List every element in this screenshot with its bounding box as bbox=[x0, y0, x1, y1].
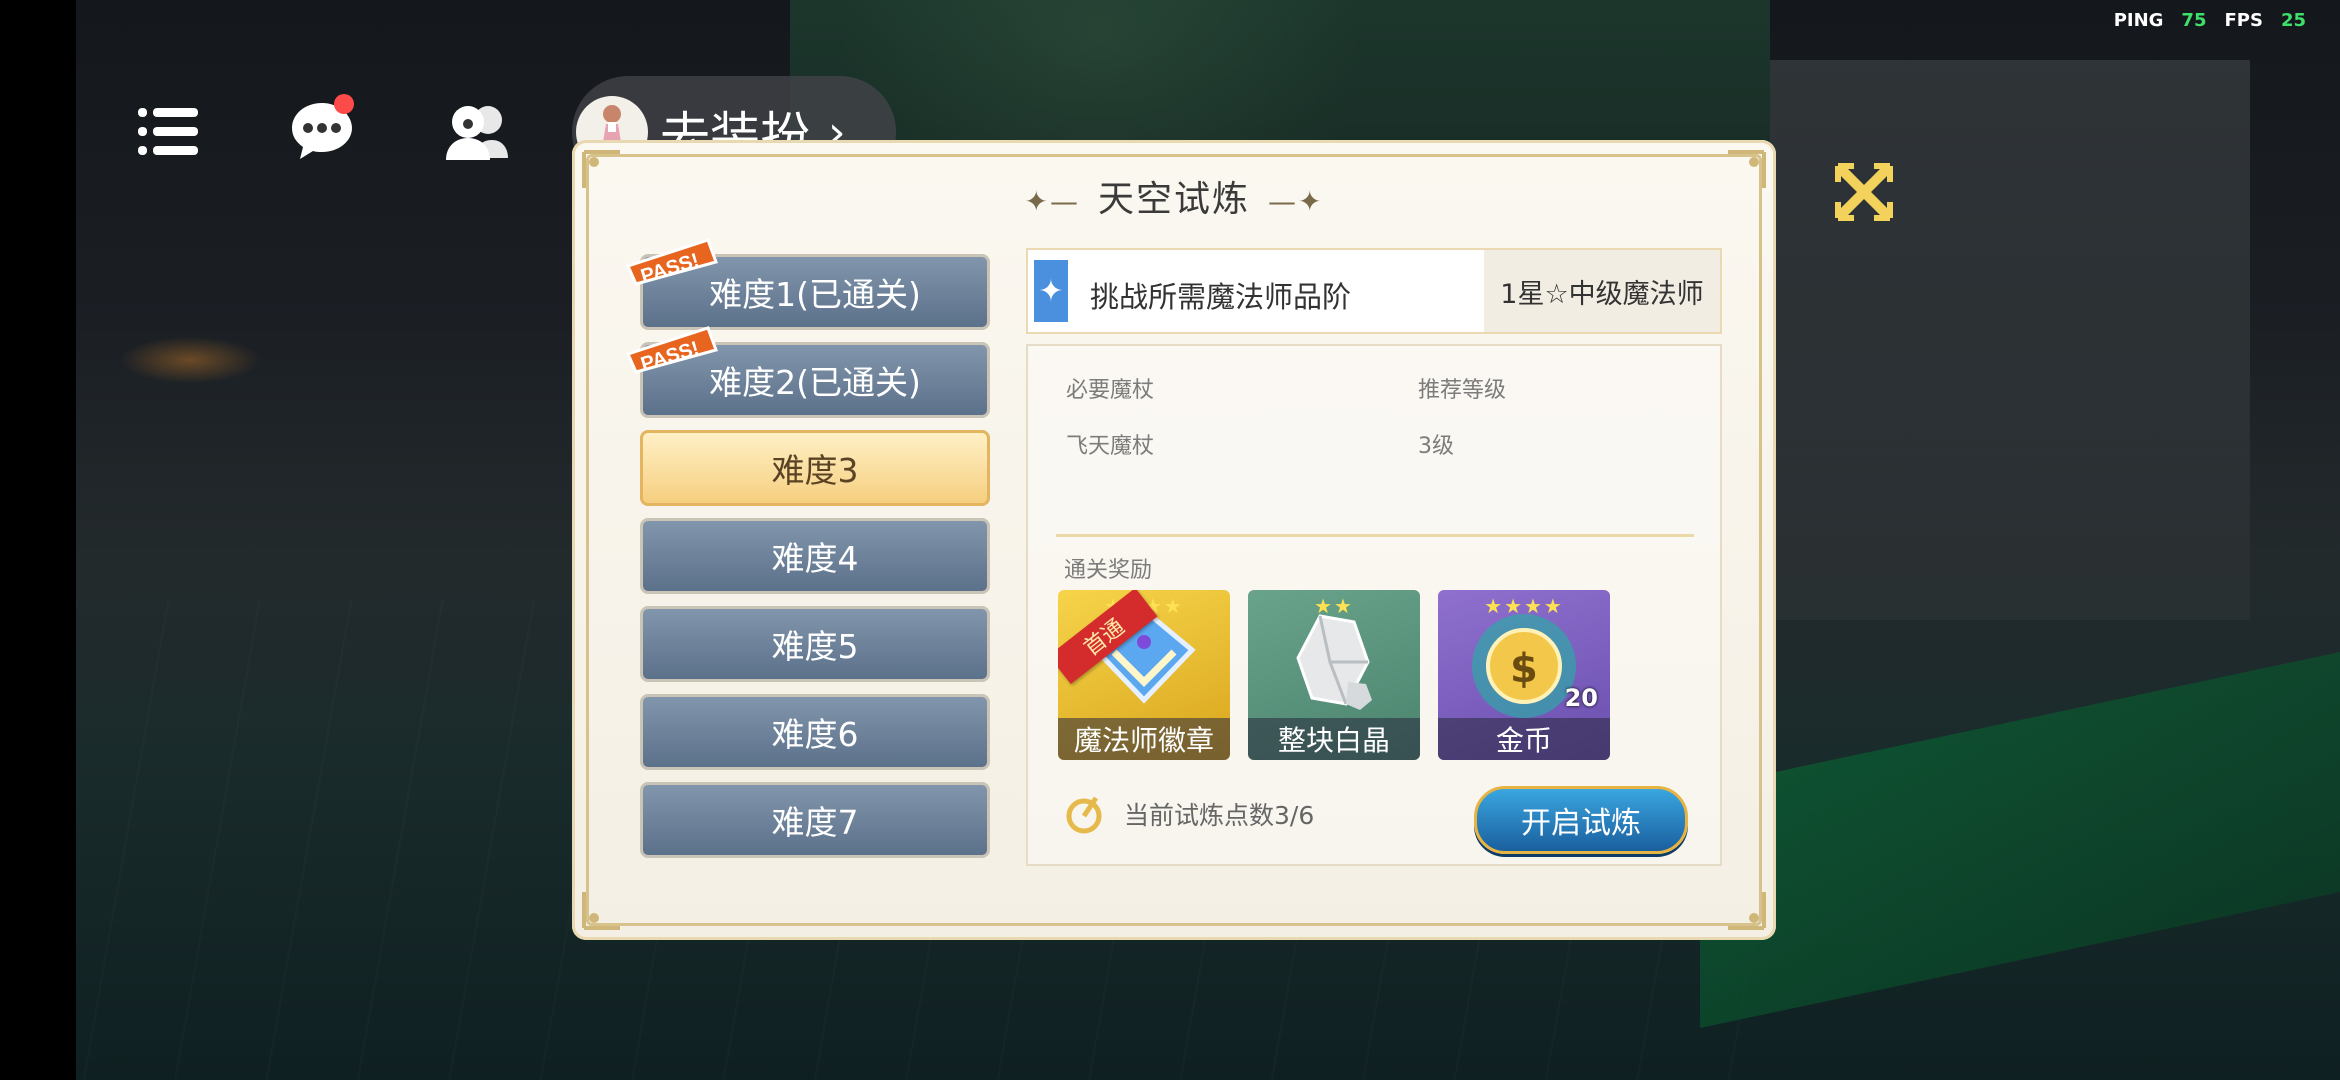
difficulty-label: 难度6 bbox=[771, 715, 859, 754]
reward-name: 金币 bbox=[1438, 718, 1610, 760]
difficulty-label: 难度4 bbox=[771, 539, 859, 578]
crystal-icon bbox=[1296, 614, 1372, 710]
reward-magician-badge[interactable]: ★★★★ 首通 魔法师徽章 bbox=[1058, 590, 1230, 760]
coin-count: 20 bbox=[1564, 684, 1598, 712]
fps-label: FPS bbox=[2224, 10, 2263, 31]
corner-ornament-icon bbox=[1728, 892, 1766, 930]
panel-title: ✦— 天空试炼 —✦ bbox=[572, 170, 1776, 222]
sparkle-icon: ✦ bbox=[1034, 260, 1068, 322]
background-green-carpet bbox=[1700, 651, 2340, 1029]
reward-name: 整块白晶 bbox=[1248, 718, 1420, 760]
notification-dot bbox=[334, 94, 354, 114]
pass-badge-icon: PASS! bbox=[625, 238, 718, 286]
difficulty-label: 难度2(已通关) bbox=[709, 363, 921, 402]
difficulty-3-button[interactable]: 难度3 bbox=[640, 430, 990, 506]
title-ornament-icon: —✦ bbox=[1268, 185, 1324, 218]
difficulty-label: 难度7 bbox=[771, 803, 859, 842]
screen-notch-bar bbox=[0, 0, 76, 1080]
difficulty-4-button[interactable]: 难度4 bbox=[640, 518, 990, 594]
trial-points: 当前试炼点数3/6 bbox=[1066, 794, 1314, 834]
difficulty-label: 难度1(已通关) bbox=[709, 275, 921, 314]
close-icon[interactable] bbox=[1832, 160, 1896, 224]
panel-title-text: 天空试炼 bbox=[1097, 179, 1250, 220]
friends-icon bbox=[446, 106, 508, 160]
performance-hud: PING 75 FPS 25 bbox=[2114, 10, 2340, 31]
reward-gold-coin[interactable]: ★★★★ $ 20 金币 bbox=[1438, 590, 1610, 760]
title-ornament-icon: ✦— bbox=[1024, 185, 1080, 218]
corner-ornament-icon bbox=[582, 892, 620, 930]
chat-button[interactable] bbox=[282, 94, 362, 164]
pass-badge-icon: PASS! bbox=[625, 326, 718, 374]
wand-value: 飞天魔杖 bbox=[1066, 434, 1155, 459]
level-value: 3级 bbox=[1418, 434, 1454, 459]
ping-value: 75 bbox=[2181, 10, 2207, 31]
start-trial-button[interactable]: 开启试炼 bbox=[1474, 786, 1688, 854]
background-stone-wall bbox=[1770, 60, 2250, 620]
fps-value: 25 bbox=[2280, 10, 2306, 31]
trial-points-icon bbox=[1066, 796, 1102, 834]
friends-button[interactable] bbox=[436, 100, 516, 164]
difficulty-label: 难度5 bbox=[771, 627, 859, 666]
difficulty-5-button[interactable]: 难度5 bbox=[640, 606, 990, 682]
difficulty-label: 难度3 bbox=[771, 451, 859, 490]
svg-text:$: $ bbox=[1510, 646, 1538, 692]
trial-points-text: 当前试炼点数3/6 bbox=[1124, 801, 1315, 830]
requirement-value: 1星☆中级魔法师 bbox=[1484, 250, 1720, 332]
ping-label: PING bbox=[2113, 10, 2164, 31]
wand-label: 必要魔杖 bbox=[1066, 378, 1155, 403]
difficulty-7-button[interactable]: 难度7 bbox=[640, 782, 990, 858]
reward-name: 魔法师徽章 bbox=[1058, 718, 1230, 760]
level-label: 推荐等级 bbox=[1418, 378, 1507, 403]
divider bbox=[1056, 534, 1694, 537]
sky-trial-panel: ✦— 天空试炼 —✦ 难度1(已通关) 难度2(已通关) 难度3 难度4 难度5 难… bbox=[572, 140, 1776, 940]
trial-info-box: 必要魔杖 推荐等级 飞天魔杖 3级 通关奖励 ★★★★ 首通 魔法师徽章 ★★ … bbox=[1026, 344, 1722, 866]
difficulty-6-button[interactable]: 难度6 bbox=[640, 694, 990, 770]
menu-button[interactable] bbox=[128, 100, 208, 164]
rewards-title: 通关奖励 bbox=[1064, 558, 1153, 583]
menu-list-icon bbox=[138, 108, 198, 155]
requirement-label: 挑战所需魔法师品阶 bbox=[1090, 280, 1352, 314]
reward-white-crystal[interactable]: ★★ 整块白晶 bbox=[1248, 590, 1420, 760]
requirement-bar: ✦ 挑战所需魔法师品阶 1星☆中级魔法师 bbox=[1026, 248, 1722, 334]
